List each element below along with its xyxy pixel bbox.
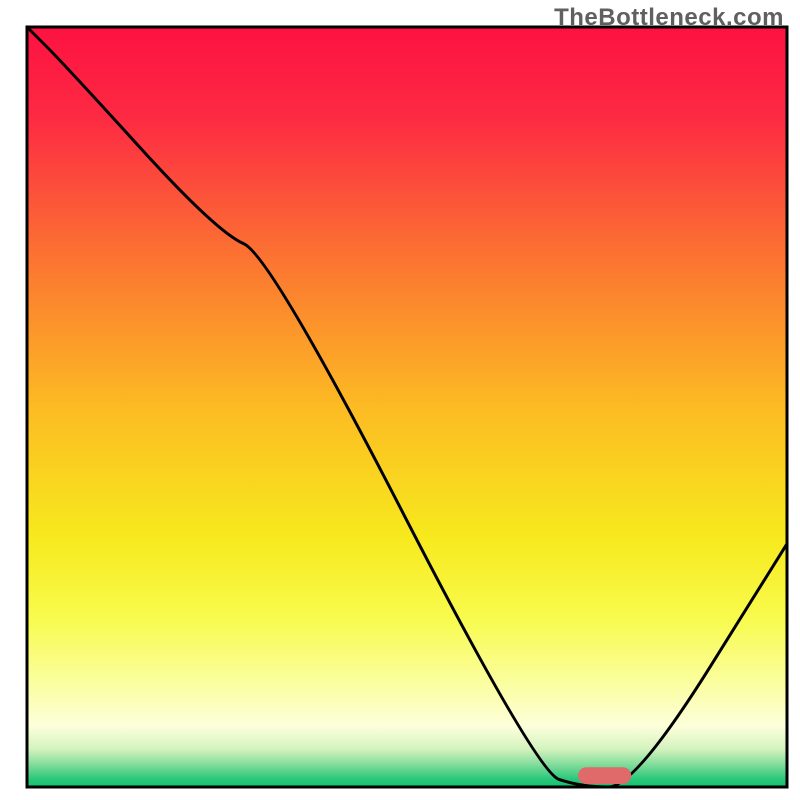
bottleneck-chart — [0, 0, 800, 800]
chart-background — [27, 27, 787, 787]
watermark-text: TheBottleneck.com — [554, 4, 784, 32]
chart-frame: TheBottleneck.com — [0, 0, 800, 800]
marker-pill — [578, 767, 631, 784]
